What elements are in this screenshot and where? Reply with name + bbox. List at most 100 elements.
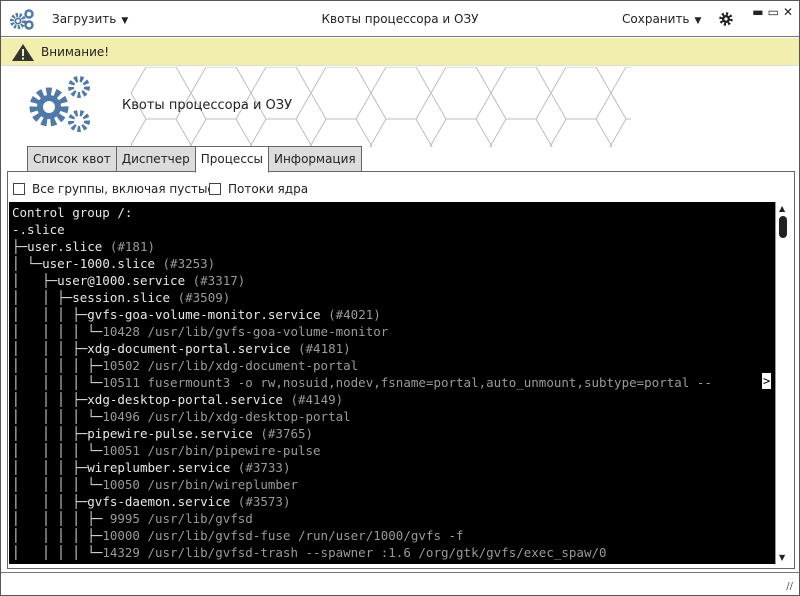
tree-branch: │ │ │ ├─ — [12, 460, 88, 475]
scroll-up-icon[interactable]: ▲ — [779, 204, 785, 213]
tree-line: │ │ │ ├─wireplumber.service (#3733) — [12, 459, 775, 476]
caret-down-icon: ▼ — [694, 16, 702, 26]
tree-branch: ├─ — [12, 239, 28, 254]
unit-detail: 10000 /usr/lib/gvfsd-fuse /run/user/1000… — [102, 528, 464, 543]
tab-information[interactable]: Информация — [267, 146, 362, 172]
warning-text: Внимание! — [41, 45, 110, 59]
unit-detail: 10502 /usr/lib/xdg-document-portal — [102, 358, 359, 373]
unit-detail: 14329 /usr/lib/gvfsd-trash --spawner :1.… — [102, 545, 607, 560]
save-label: Сохранить — [622, 12, 690, 26]
tree-line: │ │ │ │ └─10050 /usr/bin/wireplumber — [12, 476, 775, 493]
unit-name: gvfs-daemon.service — [87, 494, 231, 509]
kernel-threads-checkbox[interactable]: Потоки ядра — [209, 182, 308, 196]
unit-detail: (#3509) — [170, 290, 231, 305]
scroll-down-icon[interactable]: ▼ — [779, 553, 785, 562]
tree-line: │ │ │ ├─pipewire-pulse.service (#3765) — [12, 425, 775, 442]
tree-line: │ │ │ │ └─14329 /usr/lib/gvfsd-trash --s… — [12, 544, 775, 561]
unit-name: pipewire-pulse.service — [87, 426, 253, 441]
tree-line: │ │ │ │ └─10428 /usr/lib/gvfs-goa-volume… — [12, 323, 775, 340]
unit-detail: 10511 fusermount3 -o rw,nosuid,nodev,fsn… — [102, 375, 712, 390]
unit-detail: 10496 /usr/lib/xdg-desktop-portal — [102, 409, 351, 424]
tree-branch: │ │ ├─ — [12, 290, 73, 305]
tree-branch: │ │ │ │ └─ — [12, 375, 103, 390]
all-groups-checkbox[interactable]: Все группы, включая пустые — [13, 182, 215, 196]
tree-line: │ ├─user@1000.service (#3317) — [12, 272, 775, 289]
tree-branch: │ └─ — [12, 256, 43, 271]
unit-name: wireplumber.service — [87, 460, 231, 475]
unit-name: -.slice — [12, 222, 65, 237]
maximize-icon[interactable]: ▭ — [768, 6, 779, 18]
tree-branch: │ │ │ │ ├─ — [12, 511, 103, 526]
scroll-thumb[interactable] — [779, 216, 787, 238]
tree-line: │ │ │ │ └─10511 fusermount3 -o rw,nosuid… — [12, 374, 775, 391]
tree-branch: │ │ │ ├─ — [12, 426, 88, 441]
kernel-threads-label: Потоки ядра — [228, 182, 309, 196]
status-bar: // — [1, 572, 799, 596]
unit-name: session.slice — [72, 290, 171, 305]
tree-branch: │ │ │ │ └─ — [12, 477, 103, 492]
minimize-icon[interactable]: ▬ — [752, 6, 763, 18]
header-banner — [1, 67, 799, 147]
resize-grip-icon[interactable]: // — [786, 581, 793, 592]
tree-line: │ │ │ ├─gvfs-goa-volume-monitor.service … — [12, 306, 775, 323]
tree-branch: │ │ │ │ └─ — [12, 324, 103, 339]
banner-title: Квоты процессора и ОЗУ — [122, 98, 293, 113]
unit-detail: (#4149) — [282, 392, 344, 407]
tab-bar: Список квот Диспетчер Процессы Информаци… — [27, 146, 362, 173]
tree-line: │ │ │ │ ├─10502 /usr/lib/xdg-document-po… — [12, 357, 775, 374]
checkbox-box[interactable] — [209, 183, 221, 195]
unit-name: xdg-desktop-portal.service — [87, 392, 283, 407]
unit-detail: (#3765) — [252, 426, 314, 441]
warning-bar: Внимание! — [1, 38, 799, 66]
tree-line: │ │ │ ├─xdg-document-portal.service (#41… — [12, 340, 775, 357]
all-groups-label: Все группы, включая пустые — [32, 182, 215, 196]
tab-processes[interactable]: Процессы — [194, 146, 269, 173]
unit-name: user@1000.service — [57, 273, 186, 288]
unit-detail: (#181) — [102, 239, 156, 254]
close-icon[interactable]: ✕ — [783, 6, 793, 18]
tree-branch: │ │ │ ├─ — [12, 307, 88, 322]
title-bar: Загрузить ▼ Квоты процессора и ОЗУ Сохран… — [1, 1, 799, 37]
tree-branch: │ │ │ │ └─ — [12, 443, 103, 458]
tree-branch: │ │ │ │ └─ — [12, 409, 103, 424]
unit-detail: (#3317) — [185, 273, 246, 288]
tree-branch: │ │ │ │ └─ — [12, 545, 103, 560]
truncation-marker: > — [762, 373, 772, 389]
tree-line: │ │ │ │ └─10496 /usr/lib/xdg-desktop-por… — [12, 408, 775, 425]
save-menu[interactable]: Сохранить ▼ — [622, 12, 701, 26]
unit-detail: 10050 /usr/bin/wireplumber — [102, 477, 298, 492]
cgroup-tree-output[interactable]: Control group /: -.slice ├─user.slice (#18… — [9, 202, 775, 564]
tree-line: │ └─user-1000.slice (#3253) — [12, 255, 775, 272]
checkbox-box[interactable] — [13, 183, 25, 195]
unit-detail: (#3253) — [155, 256, 216, 271]
unit-detail: (#3573) — [230, 494, 291, 509]
unit-name: gvfs-goa-volume-monitor.service — [87, 307, 321, 322]
unit-name: xdg-document-portal.service — [87, 341, 291, 356]
tree-line: ├─user.slice (#181) — [12, 238, 775, 255]
tree-line: │ │ ├─session.slice (#3509) — [12, 289, 775, 306]
unit-detail: (#4021) — [320, 307, 381, 322]
warning-icon — [12, 44, 34, 61]
tab-quota-list[interactable]: Список квот — [27, 146, 117, 172]
tree-branch: │ │ │ ├─ — [12, 494, 88, 509]
tree-branch: │ │ │ │ ├─ — [12, 358, 103, 373]
tree-branch: │ │ │ │ ├─ — [12, 528, 103, 543]
unit-detail: 9995 /usr/lib/gvfsd — [102, 511, 253, 526]
tree-line: │ │ │ │ ├─10000 /usr/lib/gvfsd-fuse /run… — [12, 527, 775, 544]
tree-branch: │ │ │ ├─ — [12, 392, 88, 407]
settings-gear-icon[interactable] — [718, 11, 734, 27]
unit-name: Control group /: — [12, 205, 133, 220]
tree-line: -.slice — [12, 221, 775, 238]
tree-branch: │ ├─ — [12, 273, 58, 288]
tree-branch: │ │ │ ├─ — [12, 341, 88, 356]
unit-detail: 10428 /usr/lib/gvfs-goa-volume-monitor — [102, 324, 389, 339]
vertical-scrollbar[interactable]: ▲ ▼ — [775, 202, 791, 564]
unit-detail: 10051 /usr/bin/pipewire-pulse — [102, 443, 321, 458]
tree-line: │ │ │ ├─gvfs-daemon.service (#3573) — [12, 493, 775, 510]
cpu-quota-gears-icon — [29, 76, 90, 132]
tree-line: │ │ │ │ └─10051 /usr/bin/pipewire-pulse — [12, 442, 775, 459]
tree-line: Control group /: — [12, 204, 775, 221]
unit-name: user.slice — [27, 239, 103, 254]
unit-name: user-1000.slice — [42, 256, 155, 271]
tab-manager[interactable]: Диспетчер — [115, 146, 196, 172]
